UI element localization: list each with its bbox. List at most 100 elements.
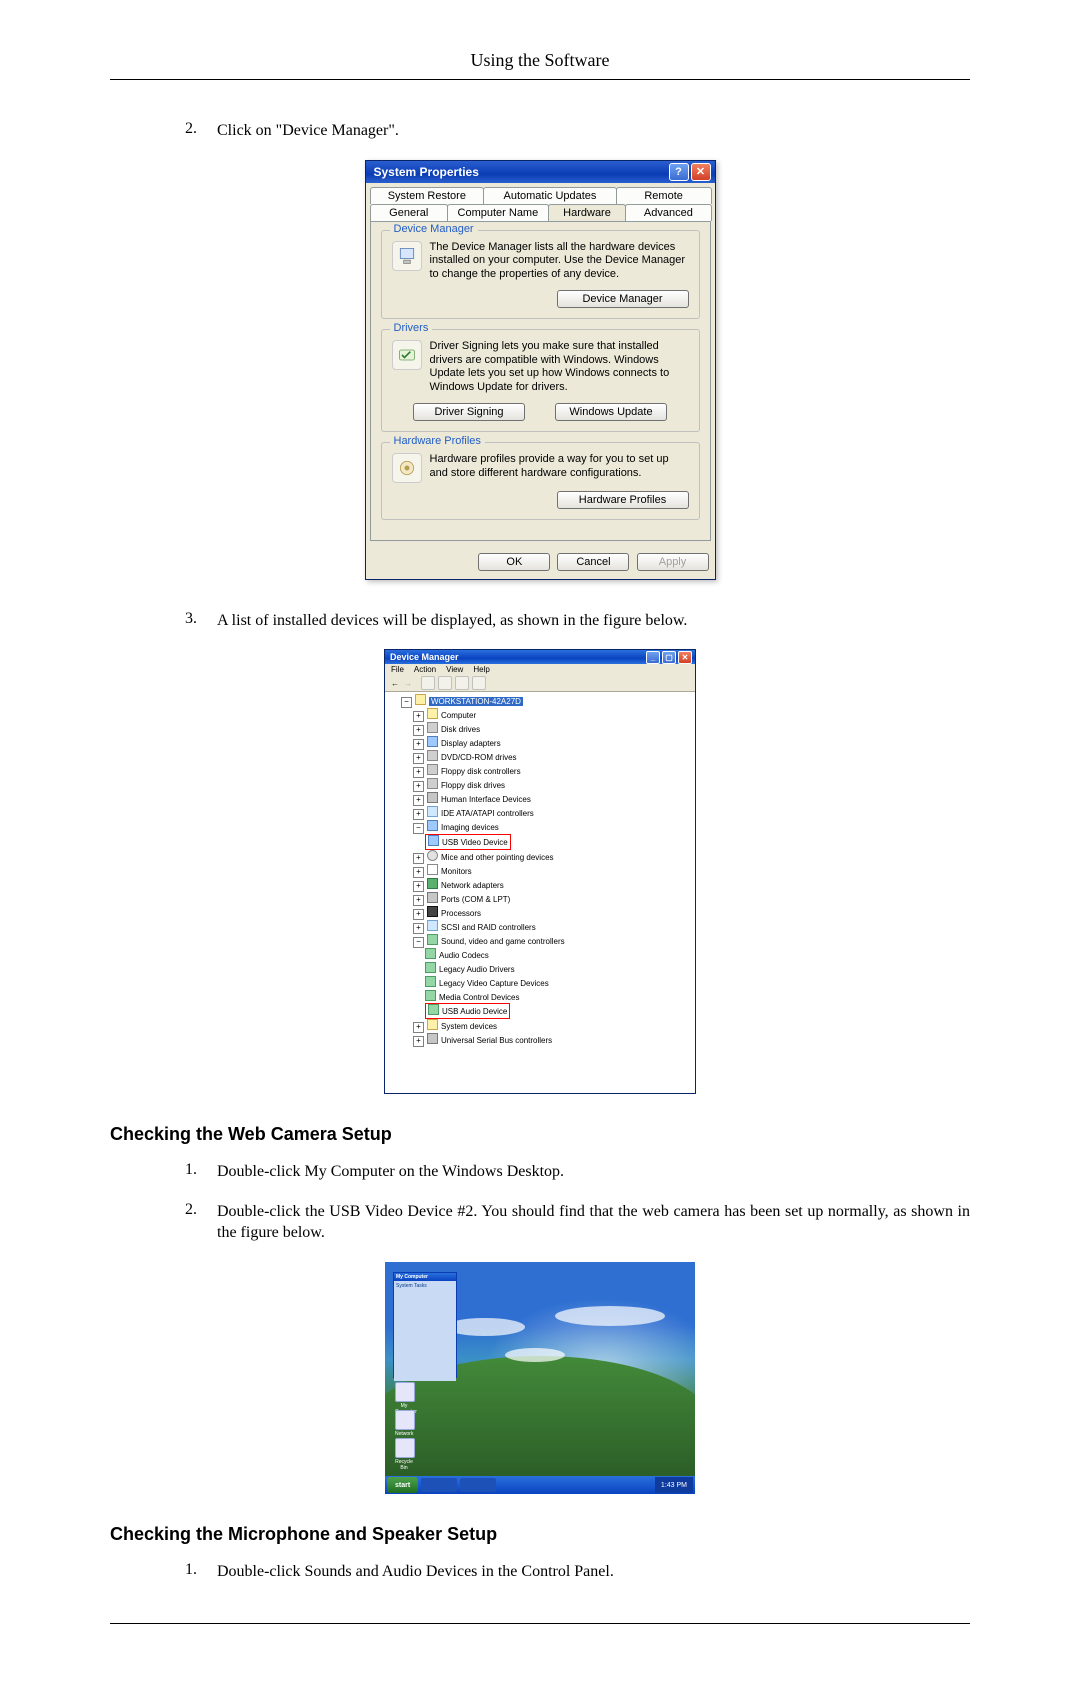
webcam-step-2-num: 2. xyxy=(185,1201,217,1244)
device-manager-legend: Device Manager xyxy=(390,223,478,235)
menu-file[interactable]: File xyxy=(391,665,404,674)
tabs-row-front: General Computer Name Hardware Advanced xyxy=(370,204,711,221)
device-manager-window: Device Manager _ ▢ ✕ File Action View He… xyxy=(384,649,696,1094)
windows-desktop-figure: My Computer System Tasks My Computer Net… xyxy=(385,1262,695,1494)
tree-item[interactable]: Floppy disk controllers xyxy=(441,767,521,776)
tree-item[interactable]: Audio Codecs xyxy=(439,951,489,960)
devmgr-tree[interactable]: −WORKSTATION-42A27D +Computer +Disk driv… xyxy=(385,692,695,1093)
hardware-profiles-button[interactable]: Hardware Profiles xyxy=(557,491,689,509)
mic-step-1: 1. Double-click Sounds and Audio Devices… xyxy=(185,1561,970,1583)
webcam-step-2-text: Double-click the USB Video Device #2. Yo… xyxy=(217,1201,970,1244)
my-computer-window[interactable]: My Computer System Tasks xyxy=(393,1272,457,1378)
page-header: Using the Software xyxy=(110,50,970,71)
tree-item[interactable]: Legacy Audio Drivers xyxy=(439,965,515,974)
tab-remote[interactable]: Remote xyxy=(616,187,712,204)
tree-item[interactable]: Monitors xyxy=(441,867,472,876)
tool-icon[interactable] xyxy=(455,676,469,690)
device-manager-group: Device Manager The Device Manager lists … xyxy=(381,230,700,319)
system-properties-dialog: System Properties ? ✕ System Restore Aut… xyxy=(365,160,716,580)
tree-item[interactable]: System devices xyxy=(441,1022,497,1031)
start-button[interactable]: start xyxy=(387,1477,418,1493)
maximize-icon[interactable]: ▢ xyxy=(662,651,676,664)
devmgr-titlebar: Device Manager _ ▢ ✕ xyxy=(385,650,695,664)
ok-button[interactable]: OK xyxy=(478,553,550,571)
usb-video-device[interactable]: USB Video Device xyxy=(442,838,508,847)
tab-hardware[interactable]: Hardware xyxy=(548,204,627,221)
hardware-profiles-icon xyxy=(392,453,422,483)
minimize-icon[interactable]: _ xyxy=(646,651,660,664)
drivers-group: Drivers Driver Signing lets you make sur… xyxy=(381,329,700,432)
tree-item[interactable]: Sound, video and game controllers xyxy=(441,937,565,946)
device-manager-button[interactable]: Device Manager xyxy=(557,290,689,308)
tree-item[interactable]: IDE ATA/ATAPI controllers xyxy=(441,809,534,818)
tree-item[interactable]: SCSI and RAID controllers xyxy=(441,923,536,932)
webcam-heading: Checking the Web Camera Setup xyxy=(110,1124,970,1145)
tree-item[interactable]: Mice and other pointing devices xyxy=(441,853,554,862)
tab-automatic-updates[interactable]: Automatic Updates xyxy=(483,187,617,204)
tool-icon[interactable] xyxy=(472,676,486,690)
webcam-step-2: 2. Double-click the USB Video Device #2.… xyxy=(185,1201,970,1244)
taskbar: start 1:43 PM xyxy=(385,1476,695,1494)
desktop-icon[interactable]: Network xyxy=(395,1410,413,1437)
header-rule xyxy=(110,79,970,80)
device-manager-icon xyxy=(392,241,422,271)
tool-icon[interactable] xyxy=(438,676,452,690)
tree-item[interactable]: Imaging devices xyxy=(441,823,499,832)
mic-step-1-text: Double-click Sounds and Audio Devices in… xyxy=(217,1561,970,1583)
webcam-step-1: 1. Double-click My Computer on the Windo… xyxy=(185,1161,970,1183)
taskbar-item[interactable] xyxy=(460,1478,496,1492)
tree-item[interactable]: DVD/CD-ROM drives xyxy=(441,753,517,762)
hardware-panel: Device Manager The Device Manager lists … xyxy=(370,221,711,541)
hardware-profiles-group: Hardware Profiles Hardware profiles prov… xyxy=(381,442,700,520)
dialog-title: System Properties xyxy=(374,165,479,179)
tree-root[interactable]: WORKSTATION-42A27D xyxy=(429,697,523,706)
device-manager-text: The Device Manager lists all the hardwar… xyxy=(430,241,689,282)
tab-advanced[interactable]: Advanced xyxy=(625,204,711,221)
cancel-button[interactable]: Cancel xyxy=(557,553,629,571)
close-icon[interactable]: ✕ xyxy=(691,163,711,181)
tree-item[interactable]: Universal Serial Bus controllers xyxy=(441,1036,552,1045)
mic-step-1-num: 1. xyxy=(185,1561,217,1583)
webcam-step-1-text: Double-click My Computer on the Windows … xyxy=(217,1161,970,1183)
menu-action[interactable]: Action xyxy=(414,665,436,674)
tree-item[interactable]: Floppy disk drives xyxy=(441,781,505,790)
drivers-icon xyxy=(392,340,422,370)
driver-signing-button[interactable]: Driver Signing xyxy=(413,403,525,421)
close-icon[interactable]: ✕ xyxy=(678,651,692,664)
tree-item[interactable]: Network adapters xyxy=(441,881,504,890)
my-computer-side: System Tasks xyxy=(394,1281,456,1381)
devmgr-toolbar: ←→ xyxy=(385,675,695,692)
step-3-num: 3. xyxy=(185,610,217,632)
my-computer-title: My Computer xyxy=(394,1273,456,1281)
tree-item[interactable]: Computer xyxy=(441,711,476,720)
tree-item[interactable]: Media Control Devices xyxy=(439,993,519,1002)
tab-system-restore[interactable]: System Restore xyxy=(370,187,485,204)
drivers-legend: Drivers xyxy=(390,322,433,334)
menu-view[interactable]: View xyxy=(446,665,463,674)
taskbar-item[interactable] xyxy=(421,1478,457,1492)
devmgr-title: Device Manager xyxy=(390,652,459,662)
tree-item[interactable]: Processors xyxy=(441,909,481,918)
step-2-num: 2. xyxy=(185,120,217,142)
tool-icon[interactable] xyxy=(421,676,435,690)
mic-heading: Checking the Microphone and Speaker Setu… xyxy=(110,1524,970,1545)
hardware-profiles-legend: Hardware Profiles xyxy=(390,435,485,447)
apply-button[interactable]: Apply xyxy=(637,553,709,571)
desktop-icon[interactable]: Recycle Bin xyxy=(395,1438,413,1471)
usb-audio-device[interactable]: USB Audio Device xyxy=(442,1007,507,1016)
tree-item[interactable]: Human Interface Devices xyxy=(441,795,531,804)
windows-update-button[interactable]: Windows Update xyxy=(555,403,667,421)
dialog-footer: OK Cancel Apply xyxy=(366,545,715,579)
menu-help[interactable]: Help xyxy=(473,665,489,674)
tab-general[interactable]: General xyxy=(370,204,449,221)
tree-item[interactable]: Display adapters xyxy=(441,739,501,748)
step-2-text: Click on "Device Manager". xyxy=(217,120,970,142)
tab-computer-name[interactable]: Computer Name xyxy=(447,204,549,221)
dialog-titlebar: System Properties ? ✕ xyxy=(366,161,715,183)
tabs-row-back: System Restore Automatic Updates Remote xyxy=(370,187,711,204)
help-icon[interactable]: ? xyxy=(669,163,689,181)
tree-item[interactable]: Disk drives xyxy=(441,725,480,734)
tree-item[interactable]: Ports (COM & LPT) xyxy=(441,895,510,904)
system-tray[interactable]: 1:43 PM xyxy=(655,1477,693,1493)
tree-item[interactable]: Legacy Video Capture Devices xyxy=(439,979,549,988)
